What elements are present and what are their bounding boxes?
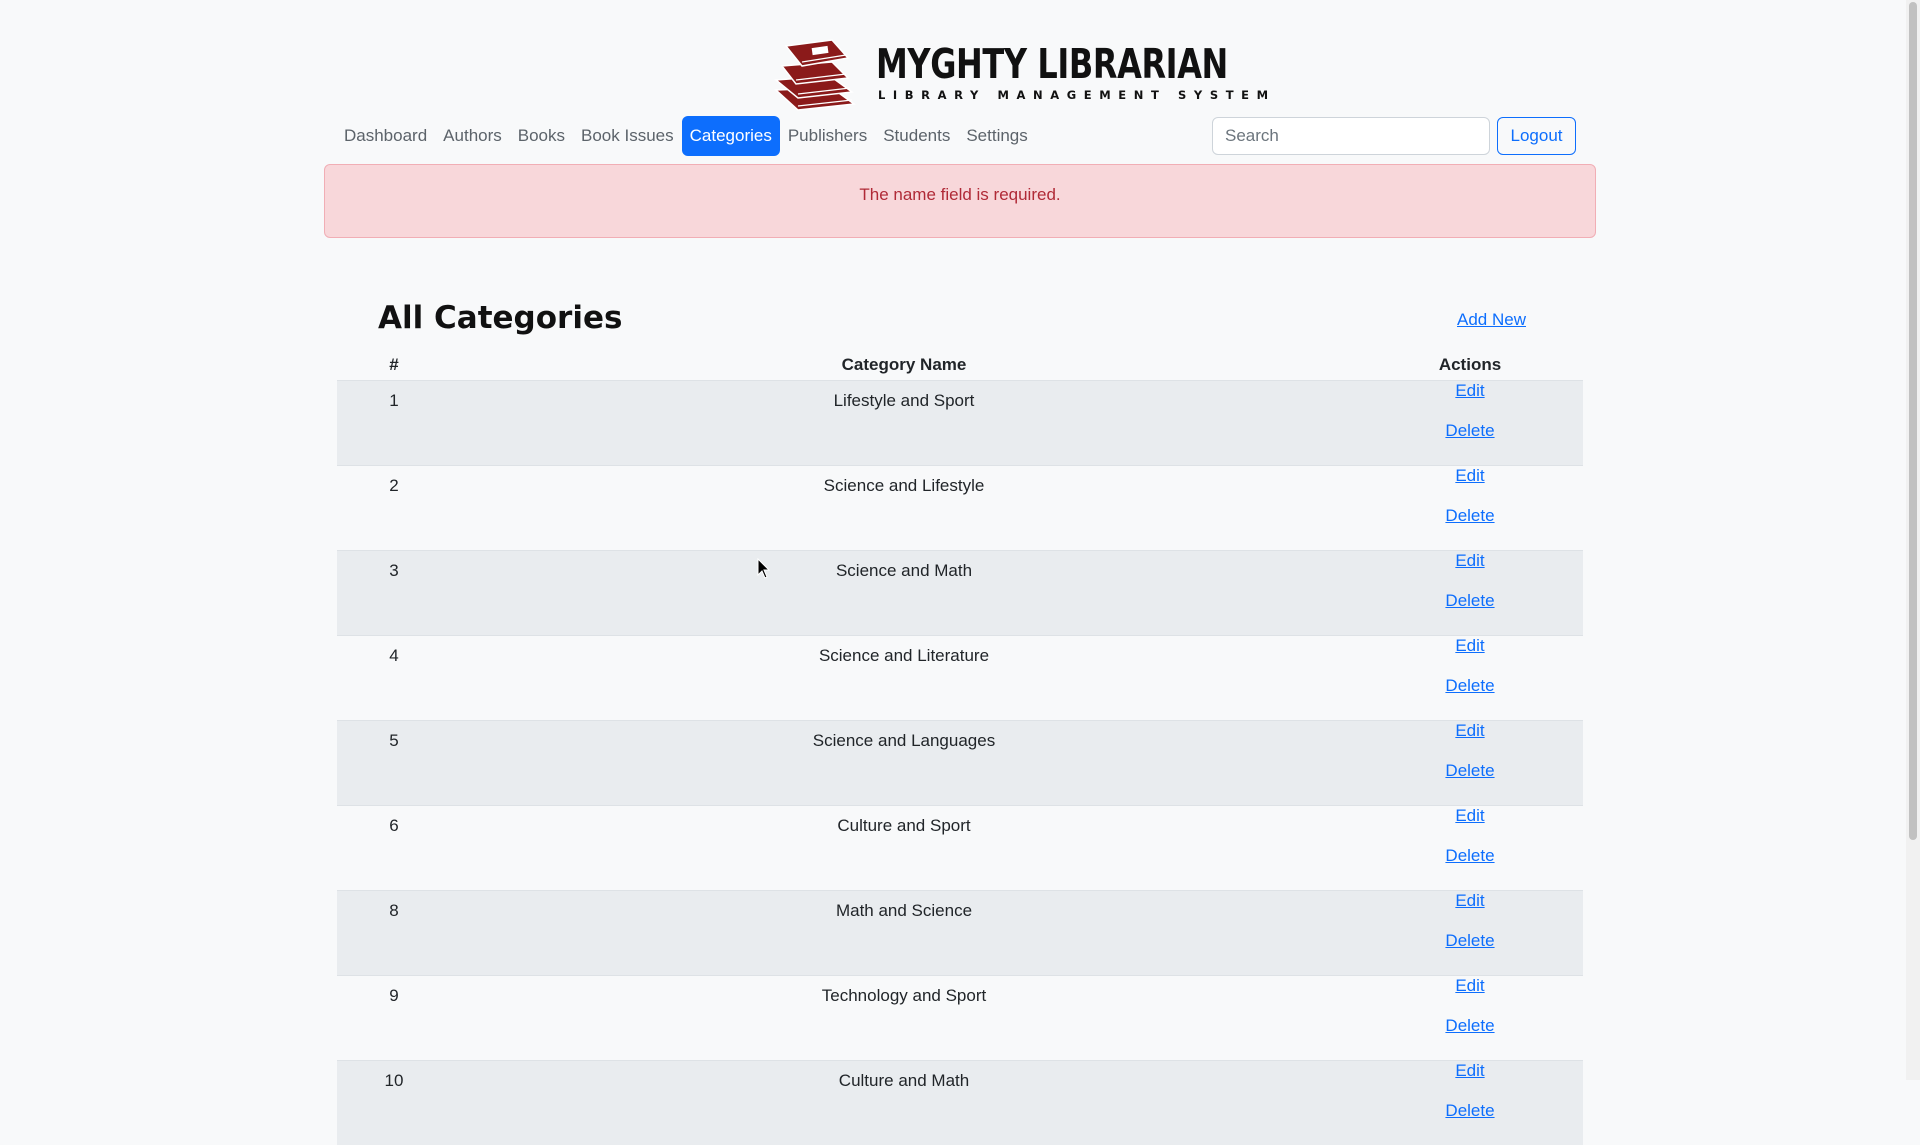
- category-name-cell: Technology and Sport: [451, 976, 1357, 1061]
- row-actions: Edit Delete: [1357, 381, 1583, 466]
- category-name: Science and Lifestyle: [451, 466, 1357, 496]
- row-number: 1: [337, 381, 451, 411]
- row-number-cell: 4: [337, 636, 451, 721]
- nav-item-students[interactable]: Students: [875, 116, 958, 156]
- edit-link[interactable]: Edit: [1455, 636, 1484, 656]
- column-header-actions: Actions: [1357, 350, 1583, 381]
- brand-logo[interactable]: MYGHTY LIBRARIAN LIBRARY MANAGEMENT SYST…: [768, 36, 1158, 112]
- table-row: 4 Science and Literature Edit Delete: [337, 636, 1583, 721]
- edit-link[interactable]: Edit: [1455, 551, 1484, 571]
- nav-item-publishers[interactable]: Publishers: [780, 116, 875, 156]
- error-alert: The name field is required.: [324, 164, 1596, 238]
- row-number: 8: [337, 891, 451, 921]
- row-actions: Edit Delete: [1357, 551, 1583, 636]
- column-header-number: #: [337, 350, 451, 381]
- brand-subtitle: LIBRARY MANAGEMENT SYSTEM: [878, 90, 1276, 102]
- row-actions: Edit Delete: [1357, 806, 1583, 891]
- books-stack-icon: [768, 36, 864, 112]
- row-number-cell: 5: [337, 721, 451, 806]
- nav-item-dashboard[interactable]: Dashboard: [336, 116, 435, 156]
- row-number-cell: 3: [337, 551, 451, 636]
- row-actions: Edit Delete: [1357, 466, 1583, 551]
- table-row: 6 Culture and Sport Edit Delete: [337, 806, 1583, 891]
- mouse-pointer-icon: [757, 558, 771, 580]
- edit-link[interactable]: Edit: [1455, 891, 1484, 911]
- nav-item-settings[interactable]: Settings: [958, 116, 1035, 156]
- row-number-cell: 10: [337, 1061, 451, 1145]
- table-row: 9 Technology and Sport Edit Delete: [337, 976, 1583, 1061]
- nav-item-books[interactable]: Books: [510, 116, 573, 156]
- category-name: Technology and Sport: [451, 976, 1357, 1006]
- add-new-link[interactable]: Add New: [1457, 310, 1526, 330]
- row-number-cell: 1: [337, 381, 451, 466]
- category-name-cell: Science and Literature: [451, 636, 1357, 721]
- delete-link[interactable]: Delete: [1445, 591, 1494, 611]
- row-number-cell: 6: [337, 806, 451, 891]
- column-header-category-name: Category Name: [451, 350, 1357, 381]
- table-row: 8 Math and Science Edit Delete: [337, 891, 1583, 976]
- edit-link[interactable]: Edit: [1455, 1061, 1484, 1081]
- brand-title: MYGHTY LIBRARIAN: [876, 44, 1228, 85]
- row-number: 5: [337, 721, 451, 751]
- category-name: Lifestyle and Sport: [451, 381, 1357, 411]
- category-name-cell: Culture and Math: [451, 1061, 1357, 1145]
- nav-item-categories[interactable]: Categories: [682, 116, 780, 156]
- delete-link[interactable]: Delete: [1445, 931, 1494, 951]
- table-row: 2 Science and Lifestyle Edit Delete: [337, 466, 1583, 551]
- category-name-cell: Lifestyle and Sport: [451, 381, 1357, 466]
- category-name-cell: Science and Math: [451, 551, 1357, 636]
- row-number-cell: 9: [337, 976, 451, 1061]
- category-name: Science and Languages: [451, 721, 1357, 751]
- category-name: Culture and Math: [451, 1061, 1357, 1091]
- categories-table: # Category Name Actions 1 Lifestyle and …: [337, 350, 1583, 1145]
- page-scrollbar[interactable]: [1906, 0, 1920, 1080]
- row-actions: Edit Delete: [1357, 1061, 1583, 1145]
- scrollbar-thumb[interactable]: [1909, 2, 1917, 840]
- nav-item-book-issues[interactable]: Book Issues: [573, 116, 682, 156]
- row-number: 2: [337, 466, 451, 496]
- edit-link[interactable]: Edit: [1455, 976, 1484, 996]
- table-header-row: # Category Name Actions: [337, 350, 1583, 381]
- row-number: 6: [337, 806, 451, 836]
- delete-link[interactable]: Delete: [1445, 421, 1494, 441]
- logout-button[interactable]: Logout: [1497, 117, 1576, 155]
- row-actions: Edit Delete: [1357, 721, 1583, 806]
- delete-link[interactable]: Delete: [1445, 1016, 1494, 1036]
- delete-link[interactable]: Delete: [1445, 1101, 1494, 1121]
- row-actions: Edit Delete: [1357, 891, 1583, 976]
- edit-link[interactable]: Edit: [1455, 466, 1484, 486]
- row-number: 9: [337, 976, 451, 1006]
- edit-link[interactable]: Edit: [1455, 806, 1484, 826]
- main-nav: Dashboard Authors Books Book Issues Cate…: [336, 116, 1036, 156]
- row-actions: Edit Delete: [1357, 636, 1583, 721]
- delete-link[interactable]: Delete: [1445, 761, 1494, 781]
- table-row: 5 Science and Languages Edit Delete: [337, 721, 1583, 806]
- category-name: Science and Literature: [451, 636, 1357, 666]
- row-number-cell: 8: [337, 891, 451, 976]
- row-number: 10: [337, 1061, 451, 1091]
- table-row: 10 Culture and Math Edit Delete: [337, 1061, 1583, 1145]
- search-input[interactable]: [1212, 117, 1490, 155]
- error-alert-message: The name field is required.: [859, 185, 1060, 204]
- category-name-cell: Science and Lifestyle: [451, 466, 1357, 551]
- page-title: All Categories: [378, 300, 622, 337]
- category-name: Math and Science: [451, 891, 1357, 921]
- category-name-cell: Science and Languages: [451, 721, 1357, 806]
- nav-item-authors[interactable]: Authors: [435, 116, 510, 156]
- edit-link[interactable]: Edit: [1455, 381, 1484, 401]
- delete-link[interactable]: Delete: [1445, 506, 1494, 526]
- row-number: 3: [337, 551, 451, 581]
- table-row: 1 Lifestyle and Sport Edit Delete: [337, 381, 1583, 466]
- row-number-cell: 2: [337, 466, 451, 551]
- category-name-cell: Culture and Sport: [451, 806, 1357, 891]
- category-name: Science and Math: [451, 551, 1357, 581]
- delete-link[interactable]: Delete: [1445, 676, 1494, 696]
- delete-link[interactable]: Delete: [1445, 846, 1494, 866]
- category-name: Culture and Sport: [451, 806, 1357, 836]
- row-actions: Edit Delete: [1357, 976, 1583, 1061]
- row-number: 4: [337, 636, 451, 666]
- category-name-cell: Math and Science: [451, 891, 1357, 976]
- table-row: 3 Science and Math Edit Delete: [337, 551, 1583, 636]
- edit-link[interactable]: Edit: [1455, 721, 1484, 741]
